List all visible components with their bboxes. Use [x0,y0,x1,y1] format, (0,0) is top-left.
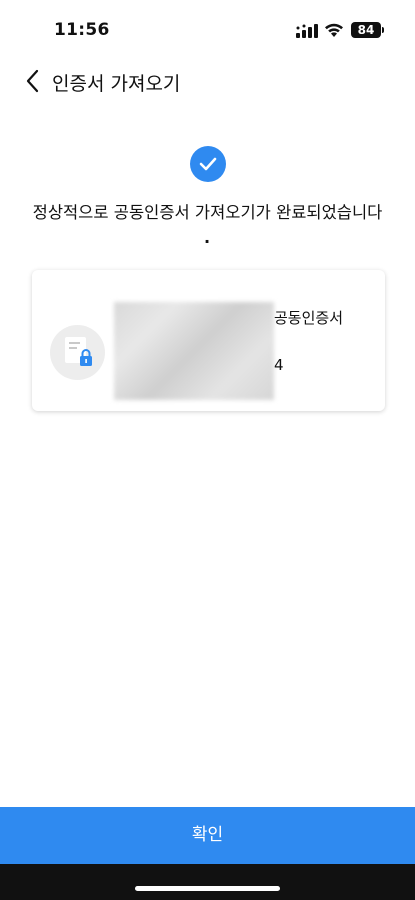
redacted-certificate-info [114,302,274,400]
certificate-date: 4 [274,356,284,374]
home-indicator[interactable] [135,886,280,891]
completion-message-dot: . [204,228,211,247]
certificate-type: 공동인증서 [274,309,344,327]
chevron-left-icon[interactable] [22,68,46,94]
signal-icon [296,24,318,38]
battery-icon: 84 [351,22,381,38]
page-title: 인증서 가져오기 [52,73,181,95]
status-time: 11:56 [54,20,110,40]
wifi-icon [325,23,343,37]
check-circle-icon [190,146,226,182]
certificate-card[interactable]: 공동인증서 4 [32,270,385,411]
certificate-avatar [50,325,105,380]
nav-bar: 인증서 가져오기 [0,60,415,102]
battery-cap [382,27,384,33]
status-bar: 11:56 84 [0,0,415,60]
completion-message: 정상적으로 공동인증서 가져오기가 완료되었습니다 [32,203,383,222]
home-indicator-area [0,864,415,900]
battery-level: 84 [357,23,375,37]
document-lock-icon [65,337,92,366]
confirm-button[interactable]: 확인 [0,807,415,864]
